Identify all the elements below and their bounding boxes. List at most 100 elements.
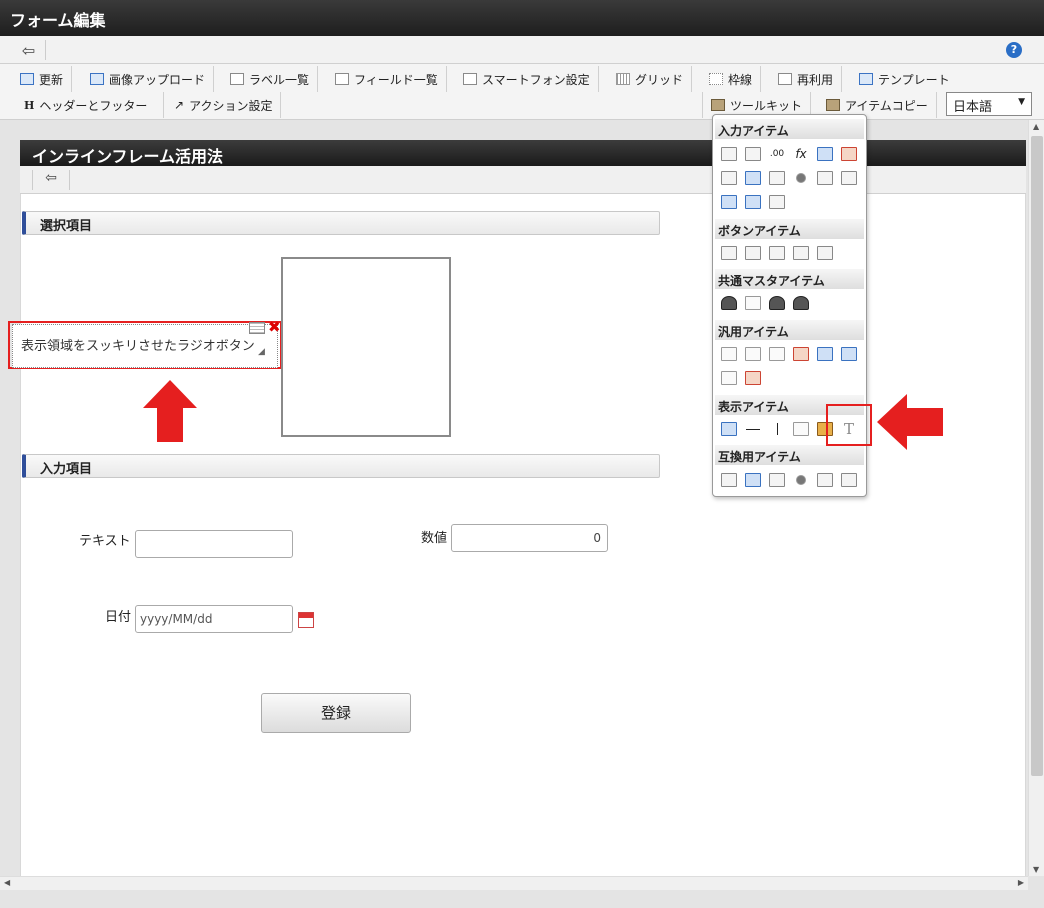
number-input[interactable]: 0	[451, 524, 608, 552]
checkbox-item-icon[interactable]	[769, 171, 785, 185]
frame-item-icon[interactable]	[793, 422, 809, 436]
smartphone-settings-button[interactable]: スマートフォン設定	[455, 66, 599, 92]
compat-checkbox-item-icon[interactable]	[769, 473, 785, 487]
image-upload-button[interactable]: 画像アップロード	[82, 66, 215, 92]
image-item-icon[interactable]	[745, 371, 761, 385]
reuse-icon	[778, 73, 792, 85]
select-list-item-icon[interactable]	[817, 171, 833, 185]
field-list-button[interactable]: フィールド一覧	[327, 66, 447, 92]
template-icon	[859, 73, 873, 85]
compat-pulldown-item-icon[interactable]	[721, 473, 737, 487]
header-footer-label: ヘッダーとフッター	[39, 98, 148, 113]
date-range-item-icon[interactable]	[841, 147, 857, 161]
calendar-icon[interactable]	[298, 612, 314, 628]
grid-item-icon[interactable]	[745, 195, 761, 209]
label-list-icon	[230, 73, 244, 85]
return-button-item-icon[interactable]	[793, 246, 809, 260]
palette-group-input: 入力アイテム	[715, 119, 864, 139]
language-select[interactable]: 日本語 ▼	[946, 92, 1032, 116]
action-settings-label: アクション設定	[189, 98, 273, 113]
upload-item-icon[interactable]	[721, 195, 737, 209]
inline-frame[interactable]	[281, 257, 451, 437]
table-icon[interactable]	[249, 322, 265, 334]
button-item-icon[interactable]	[721, 246, 737, 260]
update-label: 更新	[39, 72, 64, 87]
role-item-icon[interactable]	[793, 296, 809, 310]
close-icon[interactable]: ✖	[268, 318, 281, 336]
radio-button-item[interactable]: 表示領域をスッキリさせたラジオボタン	[12, 324, 278, 368]
forward-button-item-icon[interactable]	[817, 246, 833, 260]
scroll-down-icon[interactable]: ▼	[1033, 865, 1039, 874]
function-item-icon[interactable]: fx	[793, 147, 809, 161]
date-input[interactable]: yyyy/MM/dd	[135, 605, 293, 633]
vertical-scrollbar[interactable]: ▲ ▼	[1028, 120, 1044, 876]
header-footer-button[interactable]: H ヘッダーとフッター	[16, 92, 164, 118]
update-icon	[20, 73, 34, 85]
image-upload-label: 画像アップロード	[109, 72, 206, 87]
organization-item-icon[interactable]	[745, 296, 761, 310]
file-item-icon[interactable]	[817, 347, 833, 361]
compat-list-item-icon[interactable]	[745, 473, 761, 487]
text-input[interactable]	[135, 530, 293, 558]
scroll-up-icon[interactable]: ▲	[1033, 122, 1039, 131]
scroll-left-icon[interactable]: ◀	[4, 878, 10, 887]
compat-select-item-icon[interactable]	[817, 473, 833, 487]
reuse-button[interactable]: 再利用	[770, 66, 843, 92]
user-org-item-icon[interactable]	[769, 296, 785, 310]
camera-item-icon[interactable]	[769, 347, 785, 361]
key-item-icon[interactable]	[793, 347, 809, 361]
font-item-icon[interactable]	[769, 195, 785, 209]
grid-icon	[616, 73, 630, 85]
textbox-alt-item-icon[interactable]	[745, 147, 761, 161]
text-label: テキスト	[79, 534, 131, 549]
date-item-icon[interactable]	[817, 147, 833, 161]
action-settings-button[interactable]: ↗ アクション設定	[166, 92, 282, 118]
list-item-icon[interactable]	[745, 171, 761, 185]
number-item-icon[interactable]: .00	[769, 147, 785, 161]
form-back-icon[interactable]: ⇦	[32, 170, 70, 190]
inline-frame-item-highlight	[826, 404, 872, 446]
help-icon[interactable]: ?	[1006, 42, 1022, 58]
section-select-header: 選択項目	[22, 211, 660, 235]
vertical-line-item-icon[interactable]	[769, 422, 785, 436]
date-label: 日付	[105, 610, 132, 625]
form-canvas	[20, 140, 1026, 876]
download-item-icon[interactable]	[841, 347, 857, 361]
next-button-item-icon[interactable]	[745, 246, 761, 260]
page-item-icon[interactable]	[721, 371, 737, 385]
back-button-item-icon[interactable]	[769, 246, 785, 260]
table-select-item-icon[interactable]	[841, 171, 857, 185]
form-nav: ⇦	[20, 166, 1026, 194]
palette-group-button: ボタンアイテム	[715, 219, 864, 239]
scroll-right-icon[interactable]: ▶	[1018, 878, 1024, 887]
textbox-item-icon[interactable]	[721, 147, 737, 161]
hidden-item-icon[interactable]	[721, 347, 737, 361]
smartphone-settings-label: スマートフォン設定	[482, 72, 590, 87]
template-button[interactable]: テンプレート	[851, 66, 958, 92]
label-item-icon[interactable]	[721, 422, 737, 436]
horizontal-line-item-icon[interactable]	[745, 422, 761, 436]
compat-radio-item-icon[interactable]	[796, 475, 806, 485]
update-button[interactable]: 更新	[12, 66, 73, 92]
label-list-label: ラベル一覧	[249, 72, 310, 87]
editor-toolbar: 更新 画像アップロード ラベル一覧 フィールド一覧 スマートフォン設定 グリッド…	[0, 64, 1044, 120]
compat-table-item-icon[interactable]	[841, 473, 857, 487]
item-copy-label: アイテムコピー	[845, 98, 928, 113]
pulldown-item-icon[interactable]	[721, 171, 737, 185]
resize-handle-icon[interactable]: ◢	[258, 347, 265, 357]
horizontal-scrollbar[interactable]: ◀ ▶	[0, 876, 1028, 890]
palette-group-compat: 互換用アイテム	[715, 445, 864, 465]
language-value: 日本語	[953, 100, 993, 115]
field-list-icon	[335, 73, 349, 85]
register-button[interactable]: 登録	[261, 693, 411, 733]
grid-button[interactable]: グリッド	[608, 66, 693, 92]
user-item-icon[interactable]	[721, 296, 737, 310]
label-list-button[interactable]: ラベル一覧	[222, 66, 319, 92]
back-icon[interactable]: ⇦	[12, 40, 46, 60]
section-input-header: 入力項目	[22, 454, 660, 478]
document-item-icon[interactable]	[745, 347, 761, 361]
smartphone-icon	[463, 73, 477, 85]
scroll-thumb[interactable]	[1031, 136, 1043, 776]
border-button[interactable]: 枠線	[701, 66, 762, 92]
radio-item-icon[interactable]	[796, 173, 806, 183]
